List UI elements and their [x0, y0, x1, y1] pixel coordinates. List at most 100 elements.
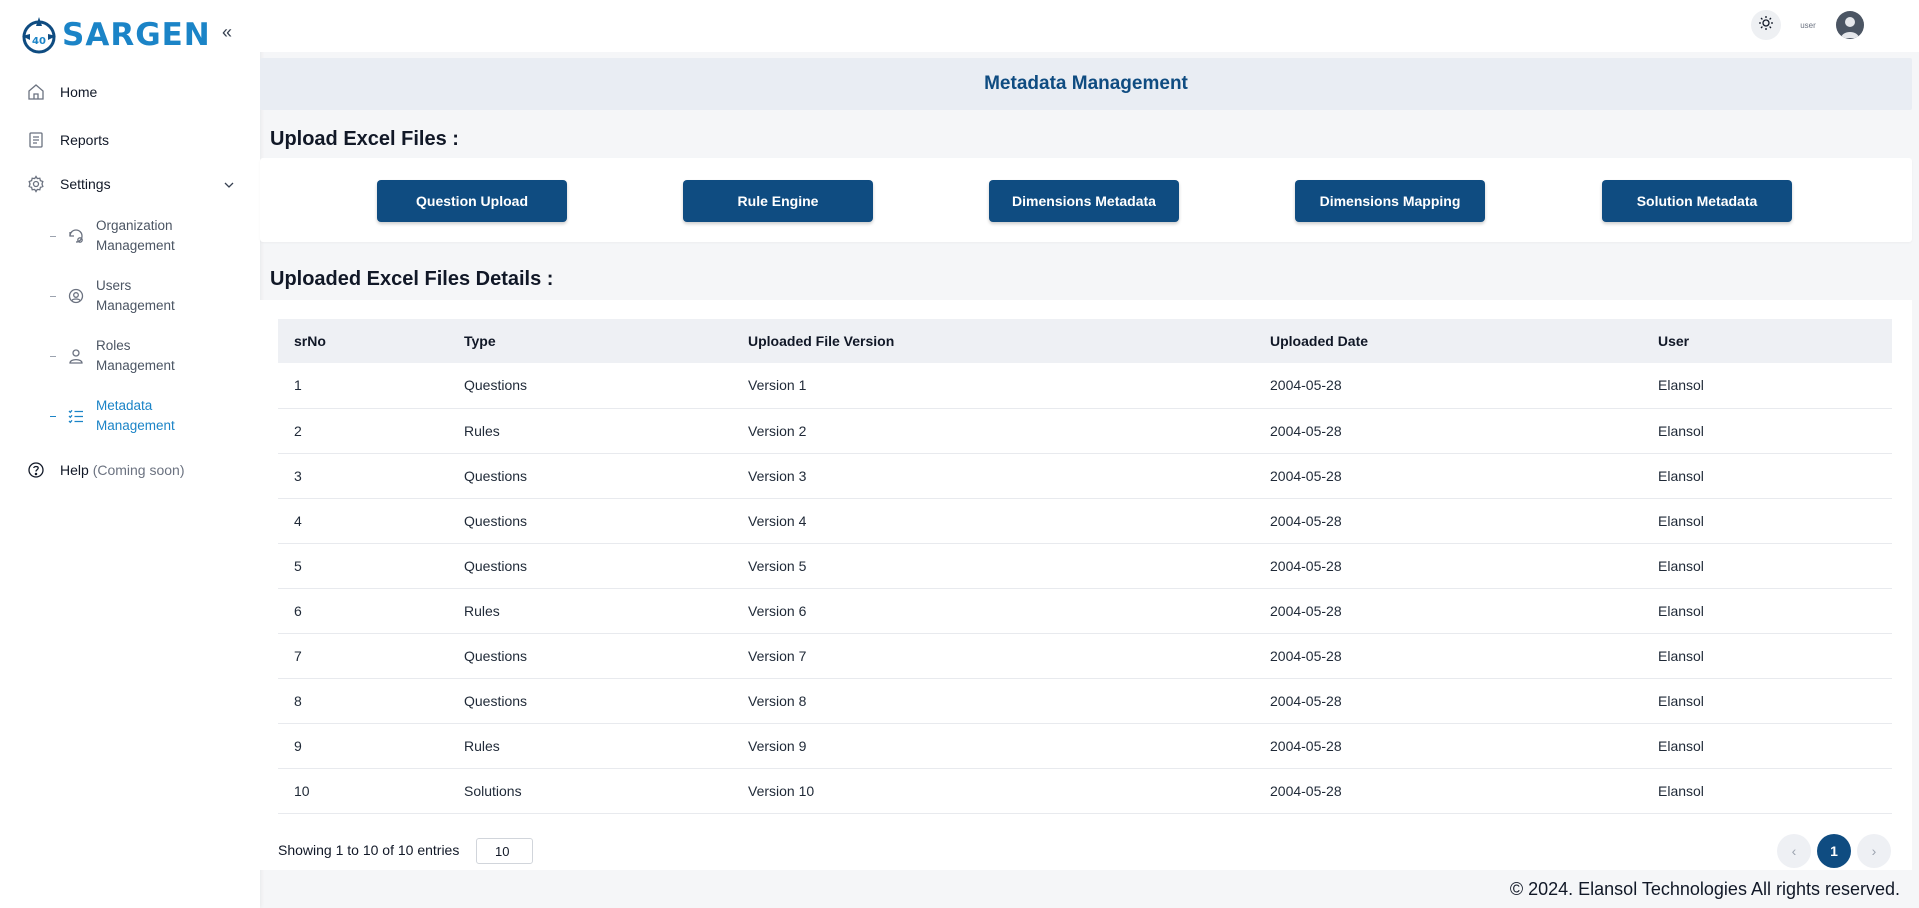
pagination-summary: Showing 1 to 10 of 10 entries — [278, 842, 460, 858]
dimensions-metadata-button[interactable]: Dimensions Metadata — [989, 180, 1179, 222]
cell-date: 2004-05-28 — [1270, 543, 1658, 589]
cell-date: 2004-05-28 — [1270, 363, 1658, 409]
chevron-down-icon[interactable] — [222, 178, 236, 192]
cell-version: Version 2 — [748, 408, 1270, 454]
cell-srno: 7 — [278, 633, 464, 679]
table-row[interactable]: 2 Rules Version 2 2004-05-28 Elansol — [278, 408, 1892, 454]
top-bar — [260, 0, 1919, 52]
page-size-input[interactable] — [476, 838, 533, 864]
column-header-srno[interactable]: srNo — [278, 319, 464, 363]
sub-label-line2: Management — [96, 238, 175, 253]
table-row[interactable]: 1 Questions Version 1 2004-05-28 Elansol — [278, 363, 1892, 409]
solution-metadata-button[interactable]: Solution Metadata — [1602, 180, 1792, 222]
cell-srno: 5 — [278, 543, 464, 589]
cell-user: Elansol — [1658, 588, 1892, 634]
logo-text: SARGEN — [62, 17, 211, 53]
sidebar-item-organization-management[interactable]: Organization Management — [50, 216, 206, 256]
rule-engine-button[interactable]: Rule Engine — [683, 180, 873, 222]
cell-srno: 8 — [278, 678, 464, 724]
page-header: Metadata Management — [260, 58, 1912, 110]
sub-label-line1: Users — [96, 278, 132, 293]
cell-version: Version 10 — [748, 768, 1270, 814]
reports-icon — [26, 130, 46, 150]
upload-section-title: Upload Excel Files : — [270, 128, 459, 150]
help-icon — [26, 460, 46, 480]
sub-label-line1: Organization — [96, 218, 173, 233]
chevron-left-icon: ‹ — [1791, 843, 1797, 859]
files-table: srNo Type Uploaded File Version Uploaded… — [278, 319, 1892, 814]
table-row[interactable]: 4 Questions Version 4 2004-05-28 Elansol — [278, 498, 1892, 544]
question-upload-button[interactable]: Question Upload — [377, 180, 567, 222]
sub-item-dash — [50, 415, 56, 417]
settings-icon — [26, 174, 46, 194]
cell-date: 2004-05-28 — [1270, 588, 1658, 634]
help-label: Help — [60, 462, 89, 478]
sidebar-item-settings[interactable]: Settings — [26, 174, 111, 194]
details-section-title: Uploaded Excel Files Details : — [270, 268, 554, 290]
cell-date: 2004-05-28 — [1270, 408, 1658, 454]
table-row[interactable]: 5 Questions Version 5 2004-05-28 Elansol — [278, 543, 1892, 589]
table-row[interactable]: 9 Rules Version 9 2004-05-28 Elansol — [278, 723, 1892, 769]
sub-item-label: Metadata Management — [96, 396, 206, 436]
cell-srno: 4 — [278, 498, 464, 544]
roles-icon — [66, 346, 86, 366]
cell-date: 2004-05-28 — [1270, 498, 1658, 544]
cell-date: 2004-05-28 — [1270, 723, 1658, 769]
upload-card: Question Upload Rule Engine Dimensions M… — [260, 158, 1912, 242]
cell-type: Questions — [464, 498, 748, 544]
table-row[interactable]: 7 Questions Version 7 2004-05-28 Elansol — [278, 633, 1892, 679]
sidebar-item-help[interactable]: Help (Coming soon) — [26, 460, 185, 480]
sidebar-item-reports[interactable]: Reports — [26, 130, 109, 150]
sub-item-dash — [50, 355, 56, 357]
cell-type: Rules — [464, 588, 748, 634]
cell-user: Elansol — [1658, 408, 1892, 454]
chevron-right-icon: › — [1871, 843, 1877, 859]
cell-version: Version 9 — [748, 723, 1270, 769]
pagination-page-button[interactable]: 1 — [1817, 834, 1851, 868]
cell-user: Elansol — [1658, 723, 1892, 769]
sub-item-dash — [50, 235, 56, 237]
users-icon — [66, 286, 86, 306]
column-header-type[interactable]: Type — [464, 319, 748, 363]
pagination-next-button[interactable]: › — [1857, 834, 1891, 868]
cell-user: Elansol — [1658, 768, 1892, 814]
cell-version: Version 6 — [748, 588, 1270, 634]
broken-image-alt: user — [1800, 20, 1816, 30]
app-logo[interactable]: 40 SARGEN — [18, 10, 211, 60]
logo-mark-icon: 40 — [18, 14, 60, 56]
sub-label-line2: Management — [96, 358, 175, 373]
table-row[interactable]: 3 Questions Version 3 2004-05-28 Elansol — [278, 453, 1892, 499]
column-header-date[interactable]: Uploaded Date — [1270, 319, 1658, 363]
cell-type: Questions — [464, 363, 748, 409]
cell-type: Questions — [464, 543, 748, 589]
theme-toggle-button[interactable] — [1751, 10, 1781, 40]
table-row[interactable]: 10 Solutions Version 10 2004-05-28 Elans… — [278, 768, 1892, 814]
cell-type: Solutions — [464, 768, 748, 814]
cell-date: 2004-05-28 — [1270, 768, 1658, 814]
sidebar-item-roles-management[interactable]: Roles Management — [50, 336, 206, 376]
table-header-row: srNo Type Uploaded File Version Uploaded… — [278, 319, 1892, 363]
collapse-icon: « — [221, 21, 232, 42]
sidebar-item-users-management[interactable]: Users Management — [50, 276, 206, 316]
avatar[interactable] — [1836, 11, 1864, 39]
sidebar-item-metadata-management[interactable]: Metadata Management — [50, 396, 206, 436]
files-table-card: srNo Type Uploaded File Version Uploaded… — [260, 300, 1912, 870]
cell-user: Elansol — [1658, 453, 1892, 499]
sidebar-item-home[interactable]: Home — [26, 82, 97, 102]
column-header-version[interactable]: Uploaded File Version — [748, 319, 1270, 363]
column-header-user[interactable]: User — [1658, 319, 1892, 363]
collapse-sidebar-button[interactable]: « — [218, 22, 236, 42]
dimensions-mapping-button[interactable]: Dimensions Mapping — [1295, 180, 1485, 222]
language-flag-image[interactable]: user — [1795, 12, 1821, 38]
sub-item-label: Users Management — [96, 276, 206, 316]
logo-badge: 40 — [32, 36, 46, 47]
table-row[interactable]: 6 Rules Version 6 2004-05-28 Elansol — [278, 588, 1892, 634]
cell-type: Questions — [464, 678, 748, 724]
table-row[interactable]: 8 Questions Version 8 2004-05-28 Elansol — [278, 678, 1892, 724]
cell-version: Version 3 — [748, 453, 1270, 499]
cell-date: 2004-05-28 — [1270, 633, 1658, 679]
cell-version: Version 5 — [748, 543, 1270, 589]
sub-item-dash — [50, 295, 56, 297]
pagination-prev-button[interactable]: ‹ — [1777, 834, 1811, 868]
cell-user: Elansol — [1658, 678, 1892, 724]
